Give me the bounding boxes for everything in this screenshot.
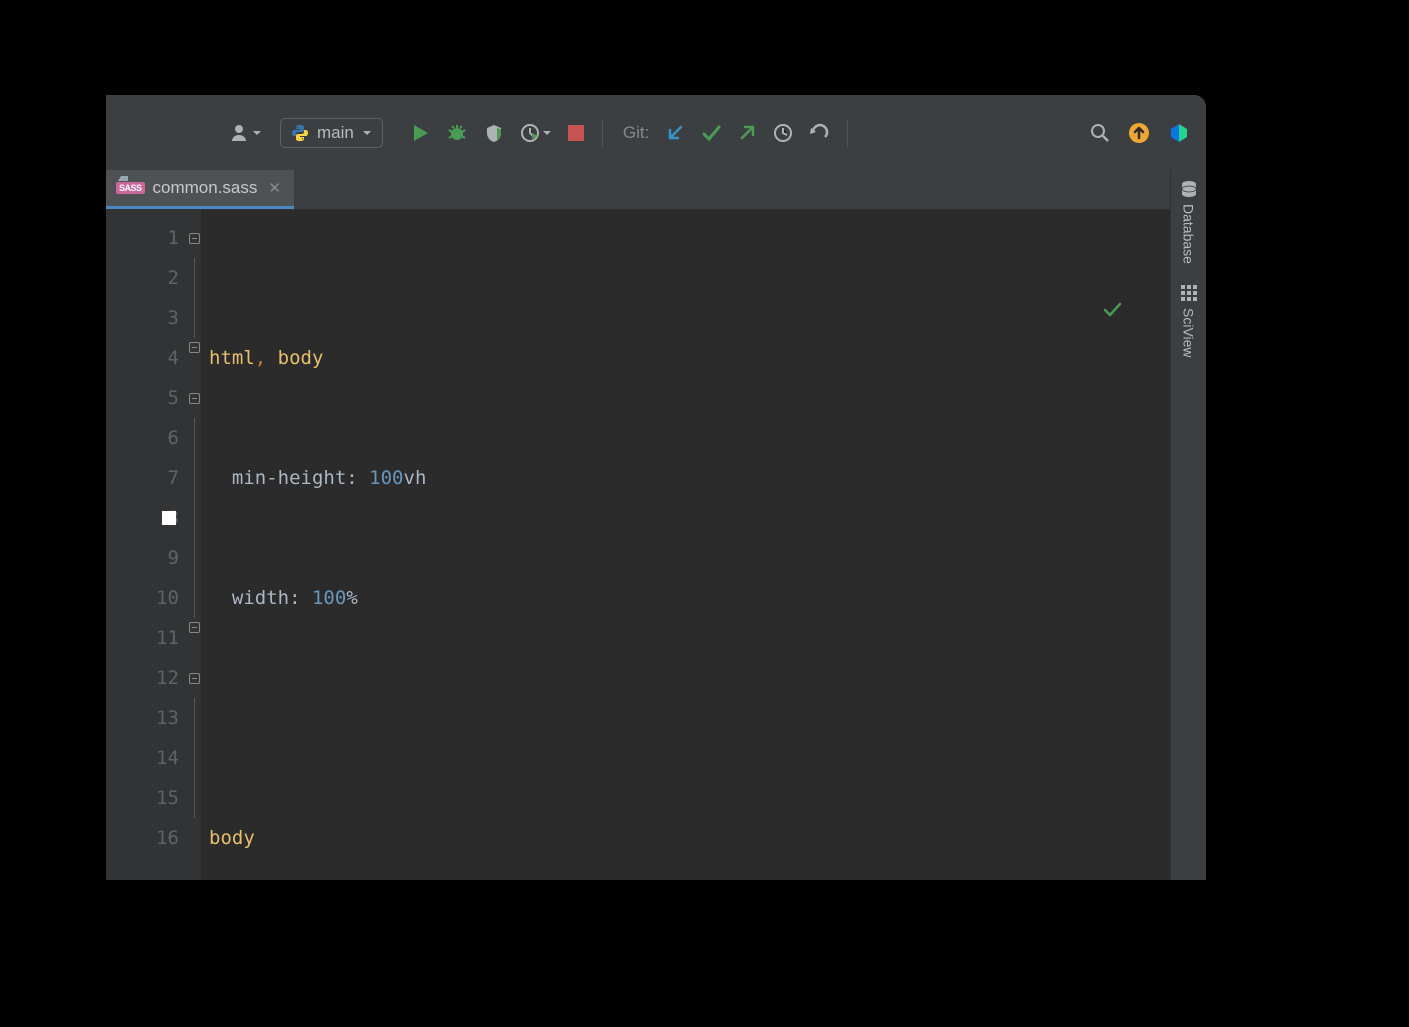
line-number: 16 [106,818,201,858]
grid-icon [1180,284,1198,302]
line-number: 15 [106,778,201,818]
stop-button[interactable] [564,121,588,145]
fold-toggle[interactable] [189,673,200,684]
git-pull-button[interactable] [661,119,689,147]
line-number: 1 [106,218,201,258]
line-number: 10 [106,578,201,618]
search-button[interactable] [1086,119,1114,147]
line-number: 9 [106,538,201,578]
ide-window: main Git: [106,95,1206,880]
sciview-panel-button[interactable]: SciView [1180,284,1198,358]
codewithme-button[interactable] [1164,118,1194,148]
database-icon [1180,180,1198,198]
separator [602,119,603,147]
separator [847,119,848,147]
editor-tabbar: SASS common.sass ✕ [106,170,1206,210]
python-icon [291,124,309,142]
run-config-selector[interactable]: main [280,118,383,148]
line-number: 2 [106,258,201,298]
sync-button[interactable] [1124,118,1154,148]
editor-tab[interactable]: SASS common.sass ✕ [106,170,294,209]
line-number: 7 [106,458,201,498]
right-tool-sidebar: Database SciView [1170,170,1206,880]
fold-toggle[interactable] [189,233,200,244]
coverage-button[interactable] [480,119,508,147]
line-number: 8 [106,498,201,538]
sciview-panel-label: SciView [1181,308,1197,358]
debug-button[interactable] [442,118,472,148]
chevron-down-icon [362,128,372,138]
color-swatch[interactable] [162,511,176,525]
sass-file-icon: SASS [116,182,145,194]
git-push-button[interactable] [733,119,761,147]
git-history-button[interactable] [769,119,797,147]
run-button[interactable] [406,119,434,147]
database-panel-label: Database [1181,204,1197,264]
line-number: 11 [106,618,201,658]
profile-button[interactable] [516,119,556,147]
user-button[interactable] [226,119,266,147]
editor-area: 1 2 3 4 5 6 7 8 9 10 11 12 13 14 15 16 h… [106,210,1206,880]
main-toolbar: main Git: [106,95,1206,170]
database-panel-button[interactable]: Database [1180,180,1198,264]
line-number: 13 [106,698,201,738]
tab-filename: common.sass [153,178,258,198]
close-icon[interactable]: ✕ [265,179,284,197]
line-number: 4 [106,338,201,378]
gutter: 1 2 3 4 5 6 7 8 9 10 11 12 13 14 15 16 [106,210,201,880]
fold-toggle[interactable] [189,393,200,404]
git-label: Git: [623,123,649,143]
fold-toggle[interactable] [189,342,200,353]
line-number: 5 [106,378,201,418]
line-number: 3 [106,298,201,338]
fold-toggle[interactable] [189,622,200,633]
line-number: 12 [106,658,201,698]
git-rollback-button[interactable] [805,119,833,147]
git-commit-button[interactable] [697,119,725,147]
line-number: 14 [106,738,201,778]
run-config-label: main [317,123,354,143]
code-editor[interactable]: html, body min-height: 100vh width: 100%… [201,210,1206,880]
line-number: 6 [106,418,201,458]
